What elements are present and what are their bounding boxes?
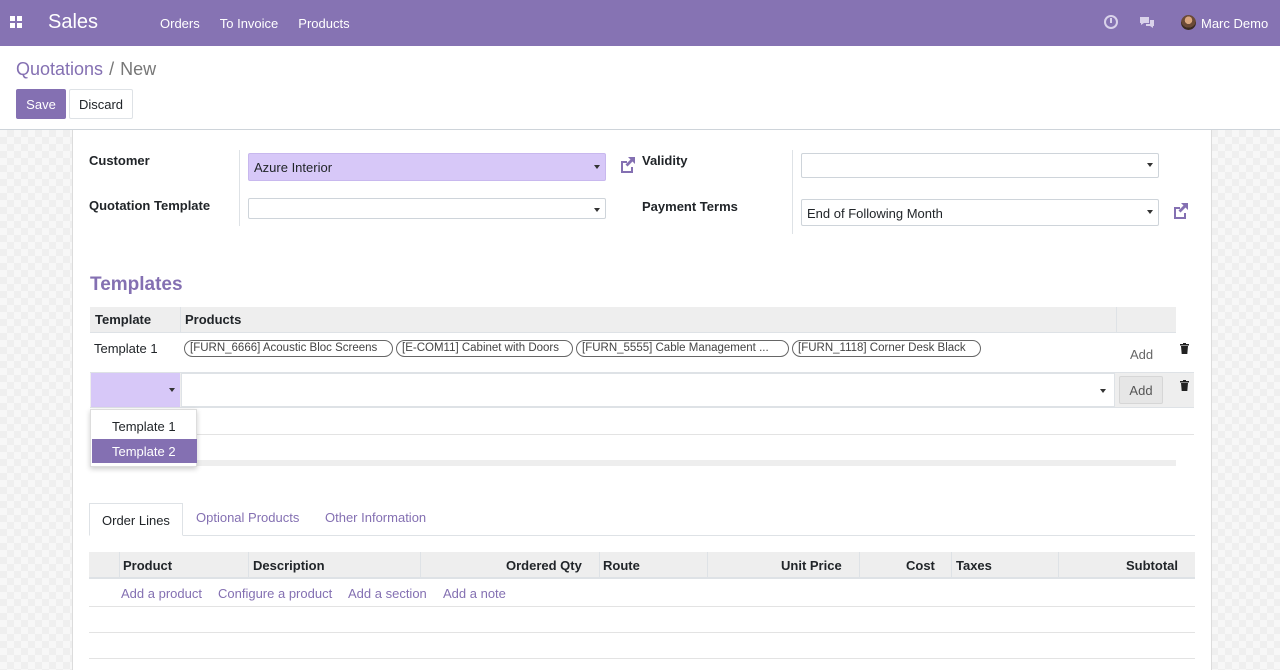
customer-label: Customer bbox=[89, 153, 150, 168]
add-note-link[interactable]: Add a note bbox=[443, 586, 506, 601]
templates-section-title: Templates bbox=[90, 274, 183, 295]
customer-field[interactable]: Azure Interior bbox=[248, 153, 606, 181]
column-header-description[interactable]: Description bbox=[253, 558, 325, 573]
chevron-down-icon bbox=[1100, 389, 1106, 393]
product-tag[interactable]: [FURN_1118] Corner Desk Black bbox=[792, 340, 981, 357]
menu-item-orders[interactable]: Orders bbox=[160, 16, 200, 31]
app-name[interactable]: Sales bbox=[48, 11, 98, 34]
row-divider bbox=[90, 434, 1194, 435]
column-divider bbox=[119, 552, 120, 579]
table-footer bbox=[90, 460, 1176, 466]
label-divider-right bbox=[792, 150, 793, 234]
payment-terms-value: End of Following Month bbox=[807, 206, 943, 221]
label-divider bbox=[239, 150, 240, 226]
column-divider bbox=[180, 307, 181, 333]
column-divider bbox=[599, 552, 600, 579]
tabs-baseline bbox=[89, 535, 1195, 536]
template-cell[interactable]: Template 1 bbox=[94, 341, 158, 356]
breadcrumb-separator: / bbox=[109, 59, 115, 79]
configure-product-link[interactable]: Configure a product bbox=[218, 586, 332, 601]
column-divider bbox=[707, 552, 708, 579]
column-header-route[interactable]: Route bbox=[603, 558, 640, 573]
calendar-dropdown-icon bbox=[1147, 163, 1153, 167]
messaging-icon[interactable] bbox=[1139, 16, 1155, 28]
column-divider bbox=[951, 552, 952, 579]
column-divider bbox=[420, 552, 421, 579]
template-dropdown-menu: Template 1 Template 2 bbox=[90, 409, 197, 467]
breadcrumb-current: New bbox=[120, 59, 157, 79]
tab-other-information[interactable]: Other Information bbox=[325, 510, 426, 525]
add-button[interactable]: Add bbox=[1119, 376, 1163, 404]
discard-button[interactable]: Discard bbox=[69, 89, 133, 119]
column-header-taxes[interactable]: Taxes bbox=[956, 558, 992, 573]
external-link-icon[interactable] bbox=[618, 156, 636, 174]
column-header-product[interactable]: Product bbox=[123, 558, 172, 573]
add-product-link[interactable]: Add a product bbox=[121, 586, 202, 601]
column-header-products[interactable]: Products bbox=[185, 312, 241, 327]
column-header-ordered-qty[interactable]: Ordered Qty bbox=[506, 558, 582, 573]
menu-item-products[interactable]: Products bbox=[298, 16, 349, 31]
column-header-subtotal[interactable]: Subtotal bbox=[1126, 558, 1178, 573]
dropdown-option-template-2[interactable]: Template 2 bbox=[92, 439, 197, 463]
chevron-down-icon bbox=[1147, 210, 1153, 214]
save-button[interactable]: Save bbox=[16, 89, 66, 119]
column-divider bbox=[859, 552, 860, 579]
chevron-down-icon bbox=[169, 388, 175, 392]
validity-field[interactable] bbox=[801, 153, 1159, 178]
templates-table-header: Template Products bbox=[90, 307, 1176, 333]
row-divider bbox=[89, 606, 1195, 607]
add-row-button[interactable]: Add bbox=[1130, 347, 1153, 362]
tab-order-lines[interactable]: Order Lines bbox=[89, 503, 183, 536]
menu-item-to-invoice[interactable]: To Invoice bbox=[220, 16, 279, 31]
row-divider bbox=[89, 632, 1195, 633]
column-divider bbox=[248, 552, 249, 579]
main-menu: Orders To Invoice Products bbox=[160, 16, 370, 31]
row-divider bbox=[89, 658, 1195, 659]
payment-terms-field[interactable]: End of Following Month bbox=[801, 199, 1159, 226]
validity-label: Validity bbox=[642, 153, 688, 168]
template-select-field[interactable] bbox=[91, 373, 180, 407]
apps-menu-icon[interactable] bbox=[10, 16, 22, 28]
column-header-unit-price[interactable]: Unit Price bbox=[781, 558, 842, 573]
user-menu[interactable]: Marc Demo bbox=[1201, 16, 1268, 31]
control-panel: Quotations / New Save Discard bbox=[0, 46, 1280, 130]
quotation-template-label: Quotation Template bbox=[89, 198, 211, 213]
products-select-field[interactable] bbox=[181, 373, 1115, 407]
order-lines-table-header: Product Description Ordered Qty Route Un… bbox=[89, 552, 1195, 579]
activity-clock-icon[interactable] bbox=[1104, 15, 1118, 29]
column-header-template[interactable]: Template bbox=[95, 312, 151, 327]
top-navbar: Sales Orders To Invoice Products Marc De… bbox=[0, 0, 1280, 46]
product-tag[interactable]: [FURN_5555] Cable Management ... bbox=[576, 340, 789, 357]
customer-value: Azure Interior bbox=[254, 160, 333, 175]
breadcrumb-quotations[interactable]: Quotations bbox=[16, 59, 103, 79]
chevron-down-icon bbox=[594, 208, 600, 212]
quotation-template-field[interactable] bbox=[248, 198, 606, 219]
payment-terms-label: Payment Terms bbox=[642, 199, 738, 214]
product-tag[interactable]: [FURN_6666] Acoustic Bloc Screens bbox=[184, 340, 393, 357]
dropdown-option-template-1[interactable]: Template 1 bbox=[92, 414, 197, 438]
column-header-cost[interactable]: Cost bbox=[906, 558, 935, 573]
column-divider bbox=[1116, 307, 1117, 333]
breadcrumb: Quotations / New bbox=[16, 59, 156, 80]
add-section-link[interactable]: Add a section bbox=[348, 586, 427, 601]
trash-icon[interactable] bbox=[1180, 379, 1189, 391]
tab-optional-products[interactable]: Optional Products bbox=[196, 510, 299, 525]
external-link-icon[interactable] bbox=[1171, 202, 1189, 220]
column-divider bbox=[1058, 552, 1059, 579]
user-avatar[interactable] bbox=[1181, 15, 1196, 30]
trash-icon[interactable] bbox=[1180, 342, 1189, 354]
product-tag[interactable]: [E-COM11] Cabinet with Doors bbox=[396, 340, 573, 357]
chevron-down-icon bbox=[594, 165, 600, 169]
